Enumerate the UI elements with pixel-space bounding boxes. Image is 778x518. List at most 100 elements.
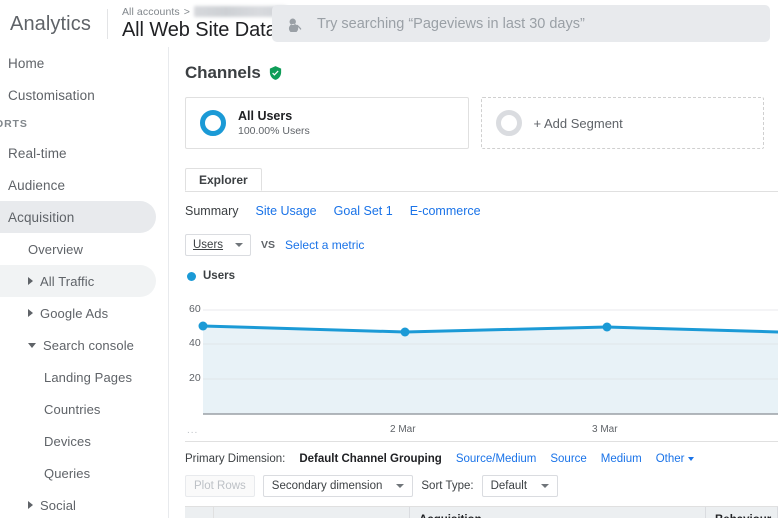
- primary-dimension-medium[interactable]: Medium: [601, 453, 642, 465]
- data-point: [400, 327, 410, 337]
- primary-dimension-source-medium[interactable]: Source/Medium: [456, 453, 537, 465]
- segment-ring-icon: [200, 110, 226, 136]
- sidebar-item-label: Landing Pages: [44, 369, 133, 385]
- segment-all-users[interactable]: All Users 100.00% Users: [185, 97, 469, 149]
- search-bar[interactable]: [272, 5, 770, 42]
- account-selector[interactable]: All accounts > All Web Site Data: [108, 6, 293, 42]
- breadcrumb-all-accounts[interactable]: All accounts: [122, 6, 180, 18]
- legend-dot-icon: [187, 271, 196, 281]
- x-tick-2-mar: 2 Mar: [390, 424, 416, 435]
- sub-link-summary[interactable]: Summary: [185, 204, 238, 218]
- tab-strip: Explorer: [185, 168, 778, 192]
- primary-metric-select[interactable]: Users: [185, 234, 252, 256]
- property-name-label: All Web Site Data: [121, 18, 277, 41]
- sidebar-item-label: Real-time: [8, 145, 67, 161]
- search-input[interactable]: [317, 15, 747, 32]
- sidebar-item-label: Google Ads: [40, 305, 109, 321]
- y-tick-40: 40: [189, 337, 201, 349]
- primary-dimension-row: Primary Dimension: Default Channel Group…: [169, 442, 778, 465]
- sidebar-item-label: Search console: [43, 337, 135, 353]
- page-title-label: Channels: [185, 63, 261, 82]
- sidebar-item-label: Devices: [44, 433, 91, 449]
- sub-link-goal-set-1[interactable]: Goal Set 1: [334, 204, 393, 218]
- search-icon: [288, 18, 302, 32]
- chevron-down-icon: [688, 457, 695, 461]
- add-segment-button[interactable]: + Add Segment: [480, 97, 764, 149]
- tab-explorer[interactable]: Explorer: [185, 168, 262, 191]
- property-name[interactable]: All Web Site Data: [122, 19, 293, 42]
- vs-label: VS: [261, 239, 276, 251]
- sidebar-item-customisation[interactable]: Customisation: [0, 79, 168, 111]
- sidebar-item-search-console[interactable]: Search console: [0, 329, 168, 361]
- plot-rows-label: Plot Rows: [194, 480, 246, 492]
- segment-percent: 100.00% Users: [238, 124, 310, 137]
- add-segment-label: + Add Segment: [533, 115, 623, 131]
- y-tick-60: 60: [189, 303, 201, 315]
- select-a-metric-link[interactable]: Select a metric: [285, 238, 364, 252]
- sidebar-item-real-time[interactable]: Real-time: [0, 137, 168, 169]
- sidebar-item-label: Audience: [8, 177, 66, 193]
- table-toolbar: Plot Rows Secondary dimension Sort Type:…: [169, 465, 778, 497]
- primary-dimension-default-channel-grouping[interactable]: Default Channel Grouping: [299, 453, 441, 465]
- verified-shield-icon: [268, 65, 283, 81]
- sidebar-item-label: All Traffic: [40, 273, 95, 289]
- primary-dimension-label: Primary Dimension:: [185, 453, 286, 465]
- sidebar-item-label: Social: [40, 497, 77, 513]
- column-header-default-channel-grouping[interactable]: Default Channel Grouping: [214, 507, 410, 518]
- sidebar-item-acquisition[interactable]: Acquisition: [0, 201, 156, 233]
- app-logo-analytics: Analytics: [10, 12, 91, 35]
- chevron-right-icon: [28, 277, 33, 285]
- secondary-dimension-select[interactable]: Secondary dimension: [262, 475, 414, 497]
- sidebar: Home Customisation ORTS Real-time Audien…: [0, 47, 169, 518]
- users-trend-chart[interactable]: 60 40 20: [185, 288, 778, 420]
- chart-legend: Users: [169, 256, 778, 282]
- chevron-down-icon: [235, 243, 244, 247]
- sidebar-item-landing-pages[interactable]: Landing Pages: [0, 361, 168, 393]
- x-axis-leading-ellipsis: ...: [187, 425, 199, 436]
- chart-area-fill: [203, 326, 778, 414]
- sidebar-item-label: Countries: [44, 401, 101, 417]
- chart-svg: [198, 309, 778, 415]
- sidebar-item-label: Queries: [44, 465, 91, 481]
- primary-dimension-other[interactable]: Other: [656, 453, 695, 465]
- sort-type-label: Sort Type:: [421, 480, 474, 492]
- sidebar-item-overview[interactable]: Overview: [0, 233, 168, 265]
- primary-metric-value: Users: [193, 239, 224, 251]
- metric-selector-row: Users VS Select a metric: [169, 218, 778, 256]
- sidebar-item-label: Overview: [28, 241, 83, 257]
- legend-label-users: Users: [203, 270, 235, 282]
- sort-type-select[interactable]: Default: [481, 475, 559, 497]
- data-point: [198, 321, 208, 331]
- report-sub-links: Summary Site Usage Goal Set 1 E-commerce: [169, 192, 778, 218]
- chevron-down-icon: [396, 484, 405, 488]
- sidebar-item-queries[interactable]: Queries: [0, 457, 168, 489]
- sidebar-item-google-ads[interactable]: Google Ads: [0, 297, 168, 329]
- chevron-down-icon: [28, 342, 36, 348]
- chevron-right-icon: [28, 309, 33, 317]
- sidebar-item-social[interactable]: Social: [0, 489, 168, 518]
- column-group-label: Behaviour: [715, 514, 771, 518]
- x-tick-3-mar: 3 Mar: [592, 424, 618, 435]
- chart-x-axis: ... 2 Mar 3 Mar: [185, 420, 778, 442]
- sidebar-item-countries[interactable]: Countries: [0, 393, 168, 425]
- secondary-dimension-label: Secondary dimension: [271, 480, 383, 492]
- sidebar-item-audience[interactable]: Audience: [0, 169, 168, 201]
- breadcrumb[interactable]: All accounts >: [122, 6, 293, 18]
- column-group-acquisition: Acquisition: [410, 507, 706, 518]
- breadcrumb-separator: >: [183, 5, 190, 18]
- select-all-checkbox-cell[interactable]: [185, 507, 214, 518]
- segment-row: All Users 100.00% Users + Add Segment: [169, 83, 778, 149]
- sidebar-section-reports: ORTS: [0, 118, 28, 130]
- sidebar-item-home[interactable]: Home: [0, 47, 168, 79]
- chevron-right-icon: [28, 501, 33, 509]
- sidebar-item-all-traffic[interactable]: All Traffic: [0, 265, 156, 297]
- sidebar-item-devices[interactable]: Devices: [0, 425, 168, 457]
- sub-link-site-usage[interactable]: Site Usage: [255, 204, 316, 218]
- column-group-behaviour: Behaviour: [706, 507, 778, 518]
- primary-dimension-other-label: Other: [655, 453, 685, 465]
- sub-link-e-commerce[interactable]: E-commerce: [410, 204, 481, 218]
- channels-table: Default Channel Grouping Acquisition Beh…: [185, 506, 778, 518]
- sidebar-item-label: Acquisition: [8, 209, 75, 225]
- plot-rows-button[interactable]: Plot Rows: [185, 475, 255, 497]
- primary-dimension-source[interactable]: Source: [550, 453, 586, 465]
